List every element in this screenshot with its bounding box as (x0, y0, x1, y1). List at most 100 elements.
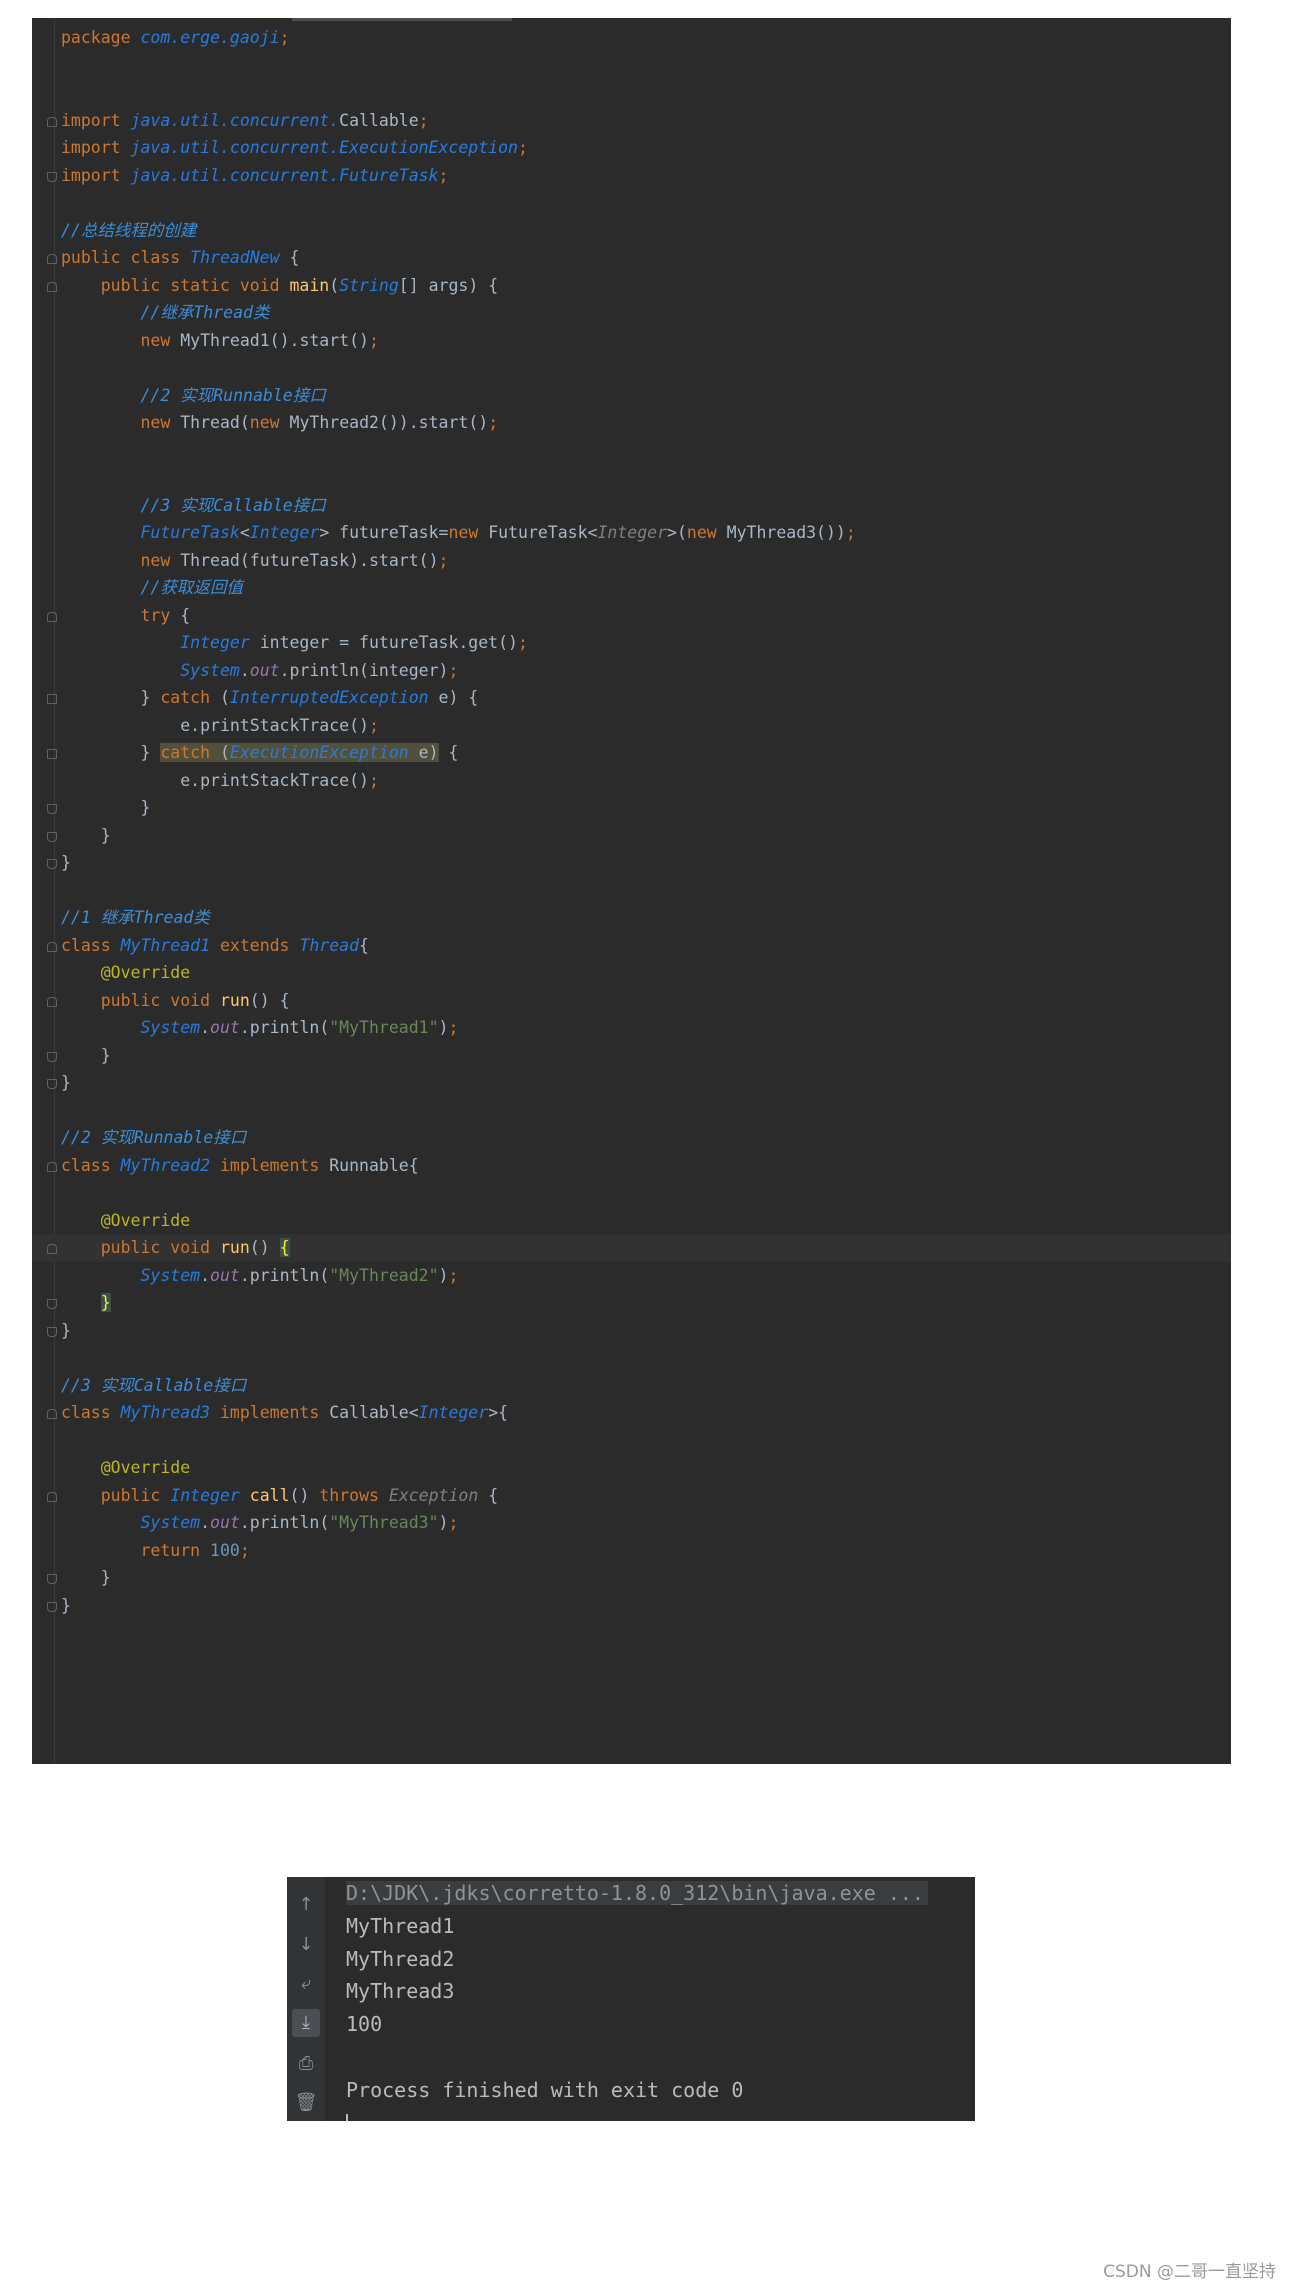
code-line: } (47, 1317, 1231, 1345)
code-line: try { (47, 602, 1231, 630)
fold-marker-icon[interactable] (47, 611, 57, 622)
code-line: //2 实现Runnable接口 (61, 1128, 247, 1147)
code-line: //3 实现Callable接口 (61, 1375, 247, 1395)
fold-marker-icon[interactable] (47, 1409, 57, 1419)
code-line: System.out.println(integer); (180, 660, 459, 680)
code-line: @Override (100, 1210, 191, 1230)
code-line: } catch (InterruptedException e) { (47, 684, 1231, 712)
fold-marker-icon[interactable] (47, 254, 57, 264)
code-line: class MyThread3 implements Callable<Inte… (47, 1399, 1231, 1427)
console-output-line: MyThread2 (346, 1946, 455, 1971)
code-line: } (47, 849, 1231, 877)
code-line-current[interactable]: public void run() { (32, 1234, 1231, 1262)
fold-marker-icon[interactable] (47, 1574, 57, 1584)
fold-marker-icon[interactable] (47, 694, 57, 704)
console-output[interactable]: D:\JDK\.jdks\corretto-1.8.0_312\bin\java… (346, 1877, 975, 2121)
editor-gutter[interactable] (32, 18, 55, 1764)
code-line: import java.util.concurrent.FutureTask; (47, 162, 1231, 190)
code-line: System.out.println("MyThread3"); (140, 1513, 459, 1532)
code-line: } (47, 822, 1231, 850)
code-editor[interactable]: package com.erge.gaoji; import java.util… (32, 18, 1231, 1764)
code-line: FutureTask<Integer> futureTask=new Futur… (140, 523, 856, 542)
code-line: //获取返回值 (140, 578, 243, 597)
code-line: e.printStackTrace(); (61, 770, 379, 790)
print-icon[interactable]: ⎙ (292, 2050, 320, 2078)
console-command-line[interactable]: D:\JDK\.jdks\corretto-1.8.0_312\bin\java… (346, 1877, 975, 1910)
fold-marker-icon[interactable] (47, 116, 57, 127)
code-line: package com.erge.gaoji; (61, 28, 290, 47)
fold-marker-icon[interactable] (47, 1491, 57, 1502)
console-output-line: Process finished with exit code 0 (346, 2077, 744, 2102)
code-line: import java.util.concurrent.Callable; (47, 107, 1231, 135)
code-line: return 100; (140, 1540, 250, 1560)
code-line: new Thread(new MyThread2()).start(); (140, 413, 499, 432)
fold-marker-icon[interactable] (47, 1299, 57, 1309)
code-line: } catch (ExecutionException e) { (47, 739, 1231, 767)
code-line: @Override (100, 1458, 191, 1477)
watermark: CSDN @二哥一直坚持 (1103, 2262, 1276, 2282)
fold-marker-icon[interactable] (47, 996, 57, 1007)
down-arrow-icon[interactable]: ↓ (292, 1931, 320, 1959)
scroll-to-end-icon[interactable]: ⤓ (292, 2009, 320, 2037)
fold-marker-icon[interactable] (47, 1051, 57, 1062)
code-line: //1 继承Thread类 (61, 908, 210, 927)
code-line: e.printStackTrace(); (61, 715, 379, 735)
editor-tab-indicator (292, 18, 512, 21)
code-line: } (47, 1069, 1231, 1097)
console-output-line: MyThread3 (346, 1979, 455, 2004)
code-line: } (47, 1592, 1231, 1620)
code-line: } (47, 1289, 1231, 1317)
code-line: } (47, 1042, 1231, 1070)
code-line: //2 实现Runnable接口 (140, 385, 326, 405)
console-output-line: 100 (346, 2012, 383, 2037)
code-line: } (47, 794, 1231, 822)
console-toolbar: ↑ ↓ ⤶ ⤓ ⎙ 🗑 (287, 1877, 325, 2121)
code-line: System.out.println("MyThread2"); (140, 1265, 459, 1285)
fold-marker-icon[interactable] (47, 859, 57, 869)
code-line: import java.util.concurrent.ExecutionExc… (61, 138, 528, 157)
code-line: public static void main(String[] args) { (47, 272, 1231, 300)
fold-marker-icon[interactable] (47, 749, 57, 759)
code-line: class MyThread1 extends Thread{ (47, 932, 1231, 960)
code-line: } (47, 1564, 1231, 1592)
fold-marker-icon[interactable] (47, 1161, 57, 1172)
up-arrow-icon[interactable]: ↑ (292, 1891, 320, 1919)
code-line: //3 实现Callable接口 (140, 495, 326, 515)
code-line: public Integer call() throws Exception { (47, 1482, 1231, 1510)
trash-icon[interactable]: 🗑 (292, 2089, 320, 2117)
code-line: class MyThread2 implements Runnable{ (47, 1152, 1231, 1180)
code-line: //总结线程的创建 (61, 220, 197, 240)
code-line: @Override (100, 963, 191, 982)
fold-marker-icon[interactable] (47, 1244, 57, 1254)
code-line: public void run() { (47, 987, 1231, 1015)
run-console[interactable]: ↑ ↓ ⤶ ⤓ ⎙ 🗑 D:\JDK\.jdks\corretto-1.8.0_… (287, 1877, 975, 2121)
soft-wrap-icon[interactable]: ⤶ (292, 1970, 320, 1998)
fold-marker-icon[interactable] (47, 831, 57, 842)
fold-marker-icon[interactable] (47, 171, 57, 182)
code-area[interactable]: package com.erge.gaoji; import java.util… (32, 24, 1231, 1620)
fold-marker-icon[interactable] (47, 1079, 57, 1089)
code-line: new Thread(futureTask).start(); (140, 550, 449, 570)
fold-marker-icon[interactable] (47, 281, 57, 292)
console-output-line: MyThread1 (346, 1913, 455, 1938)
text-caret (346, 2113, 348, 2121)
code-line: Integer integer = futureTask.get(); (180, 633, 528, 652)
fold-marker-icon[interactable] (47, 941, 57, 952)
fold-marker-icon[interactable] (47, 1601, 57, 1612)
fold-marker-icon[interactable] (47, 1326, 57, 1337)
code-line: new MyThread1().start(); (140, 330, 379, 350)
fold-marker-icon[interactable] (47, 804, 57, 814)
code-line: //继承Thread类 (140, 303, 270, 322)
